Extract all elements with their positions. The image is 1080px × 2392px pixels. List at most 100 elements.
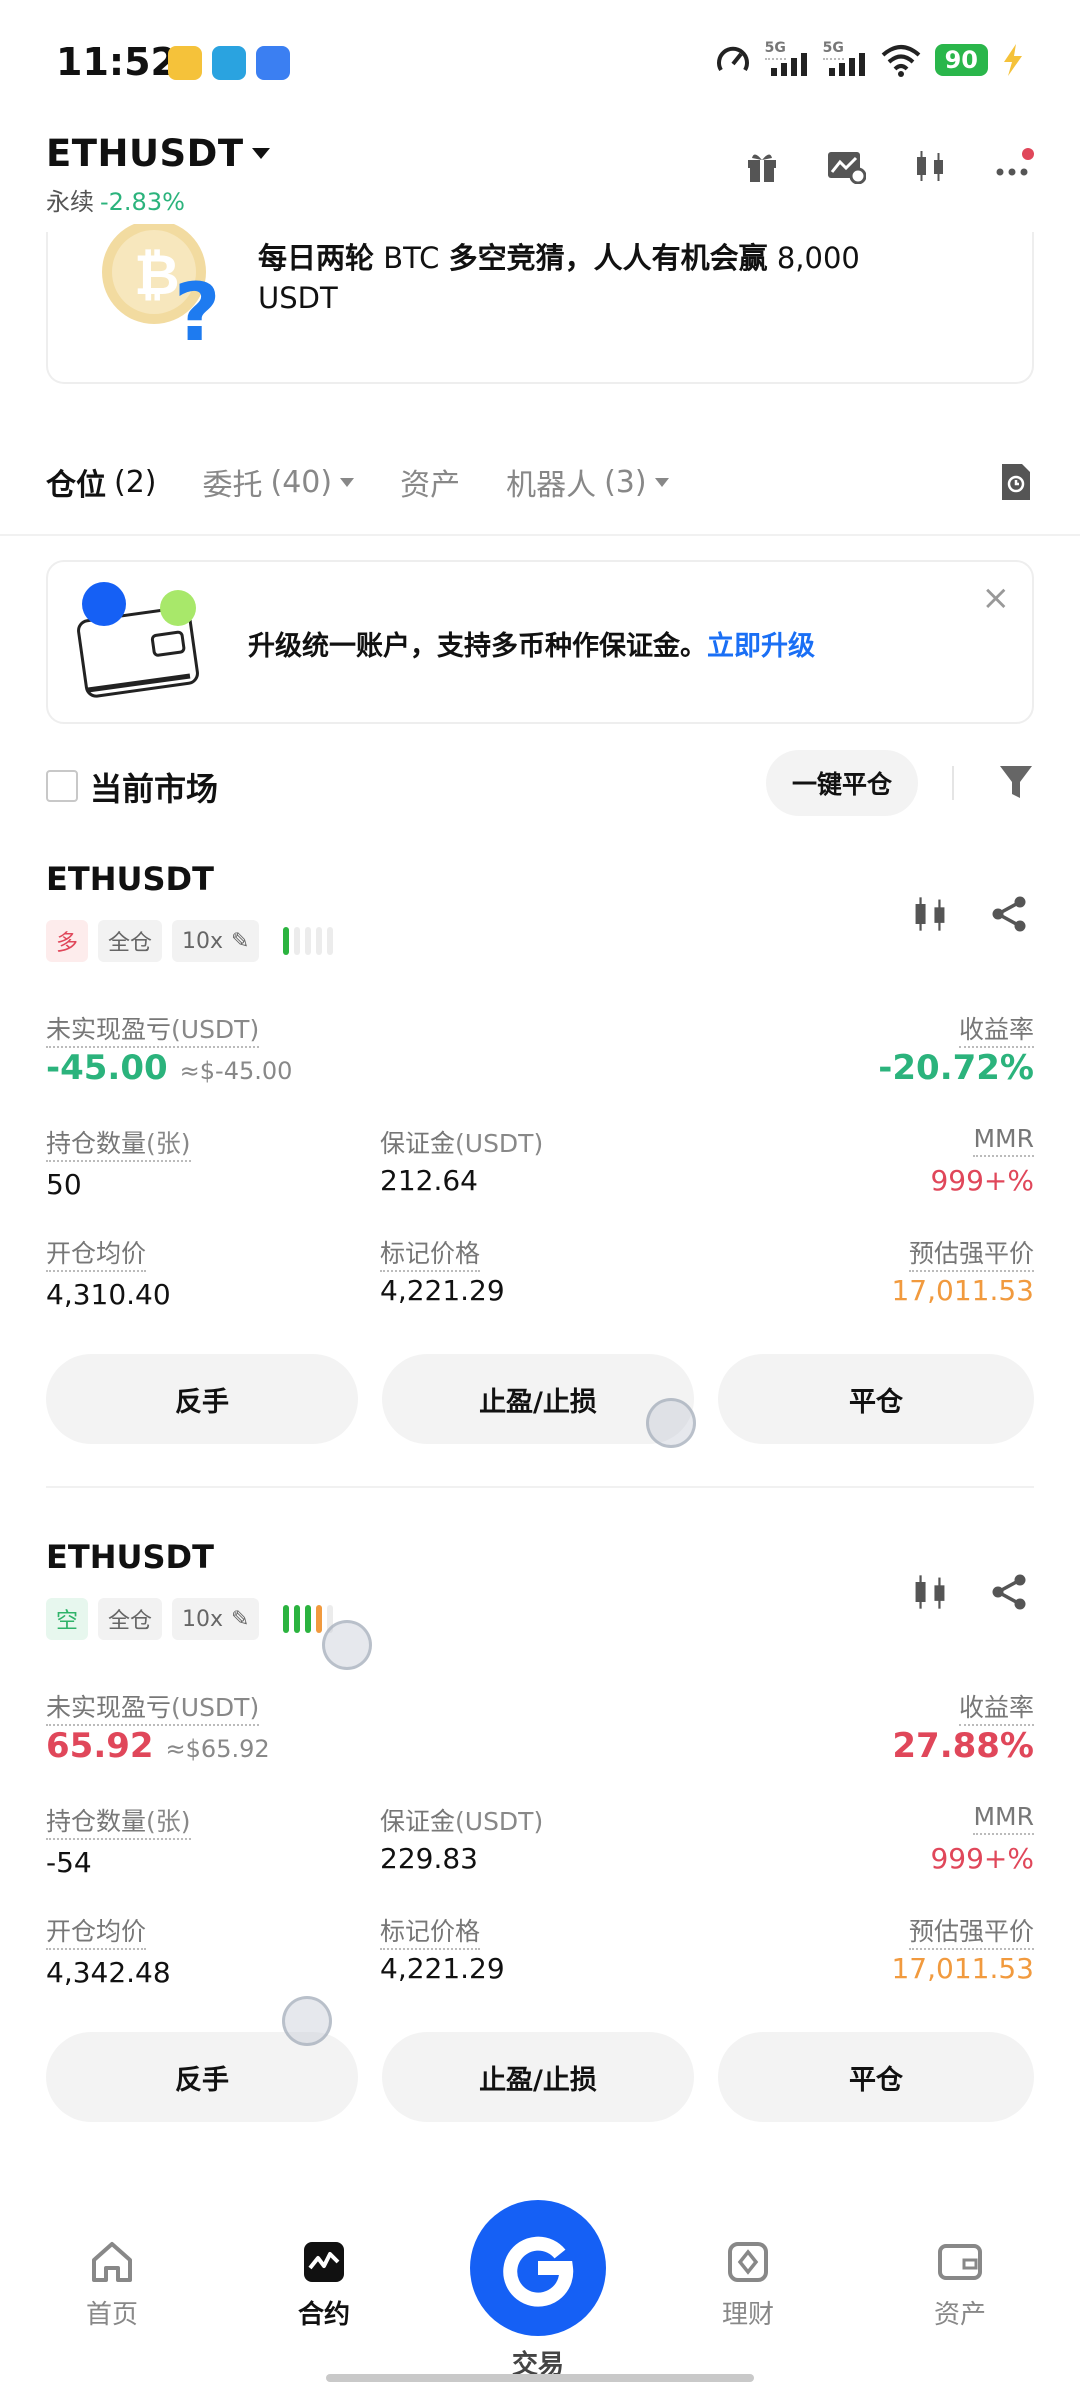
wallet-icon (77, 582, 199, 698)
liq-price-label[interactable]: 预估强平价 (908, 1234, 1034, 1272)
chevron-down-icon (251, 148, 270, 159)
tab-positions[interactable]: 仓位 (2) (46, 460, 157, 504)
unrealized-pnl-label[interactable]: 未实现盈亏(USDT) (46, 1688, 260, 1726)
filter-icon[interactable] (998, 764, 1034, 802)
upgrade-text: 升级统一账户，支持多币种作保证金。立即升级 (248, 631, 815, 662)
home-indicator[interactable] (326, 2374, 754, 2382)
quantity-label[interactable]: 持仓数量(张) (46, 1124, 191, 1162)
header-actions (744, 148, 1034, 184)
speed-icon (716, 46, 749, 72)
app-notification-icon (168, 46, 202, 80)
charging-icon (1004, 44, 1022, 76)
nav-assets[interactable]: 资产 (900, 2240, 1020, 2331)
pnl-value: 65.92 (46, 1726, 154, 1766)
close-position-button[interactable]: 平仓 (718, 2032, 1034, 2122)
roe-label[interactable]: 收益率 (958, 1688, 1034, 1726)
unrealized-pnl: -45.00 ≈$-45.00 (46, 1048, 292, 1088)
btc-question-icon: ₿ ? (102, 224, 220, 348)
chart-settings-icon[interactable] (826, 148, 866, 184)
wallet-icon (938, 2244, 982, 2280)
risk-bar (316, 1605, 323, 1633)
margin-label: 保证金(USDT) (380, 1807, 544, 1836)
chevron-down-icon (654, 477, 669, 487)
candlestick-icon[interactable] (910, 894, 950, 934)
margin-value[interactable]: 212.64 (380, 1164, 478, 1197)
contract-type: 永续 (46, 188, 94, 216)
promo-text[interactable]: 每日两轮 BTC 多空竞猜，人人有机会赢 8,000 USDT (258, 238, 938, 318)
nav-futures[interactable]: 合约 (264, 2240, 384, 2331)
risk-bar (305, 927, 312, 955)
leverage-tag[interactable]: 10x ✎ (172, 1598, 260, 1640)
signal-icon: 5G (764, 40, 809, 78)
margin-value[interactable]: 229.83 (380, 1842, 478, 1875)
roe-value: -20.72% (878, 1048, 1034, 1088)
entry-price-label[interactable]: 开仓均价 (46, 1912, 147, 1950)
gift-icon[interactable] (744, 148, 780, 184)
status-system-icons: 5G 5G 90 (715, 40, 1024, 78)
position-symbol[interactable]: ETHUSDT (46, 1538, 214, 1576)
close-all-button[interactable]: 一键平仓 (766, 750, 918, 816)
mark-price-label[interactable]: 标记价格 (380, 1234, 481, 1272)
futures-icon (304, 2242, 344, 2282)
side-tag: 空 (46, 1598, 89, 1640)
entry-price-label[interactable]: 开仓均价 (46, 1234, 147, 1272)
svg-text:?: ? (174, 266, 220, 348)
close-icon[interactable]: × (982, 578, 1011, 618)
tab-bots[interactable]: 机器人 (3) (506, 460, 669, 504)
margin-mode-tag: 全仓 (98, 920, 163, 962)
roe-value: 27.88% (892, 1726, 1034, 1766)
price-change: -2.83% (100, 188, 185, 216)
status-time: 11:52 (56, 40, 177, 84)
pnl-usd: ≈$-45.00 (179, 1057, 293, 1085)
earn-icon (728, 2242, 768, 2282)
mark-price-value: 4,221.29 (380, 1274, 505, 1307)
share-icon[interactable] (990, 1572, 1030, 1612)
svg-text:₿: ₿ (134, 243, 180, 308)
unrealized-pnl: 65.92 ≈$65.92 (46, 1726, 270, 1766)
unrealized-pnl-label[interactable]: 未实现盈亏(USDT) (46, 1010, 260, 1048)
current-market-checkbox[interactable] (46, 770, 78, 802)
mmr-label[interactable]: MMR (973, 1802, 1034, 1835)
close-position-button[interactable]: 平仓 (718, 1354, 1034, 1444)
risk-bar (294, 1605, 301, 1633)
position-symbol[interactable]: ETHUSDT (46, 860, 214, 898)
risk-bar (305, 1605, 312, 1633)
symbol-selector[interactable]: ETHUSDT (46, 132, 270, 175)
mark-price-label[interactable]: 标记价格 (380, 1912, 481, 1950)
mmr-value: 999+% (930, 1164, 1034, 1197)
nav-trade-button[interactable] (470, 2200, 606, 2336)
risk-bar (316, 927, 323, 955)
history-document-icon[interactable] (998, 462, 1034, 502)
side-tag: 多 (46, 920, 89, 962)
home-icon (92, 2242, 132, 2282)
edit-icon: ✎ (231, 928, 250, 954)
nav-home[interactable]: 首页 (52, 2240, 172, 2331)
upgrade-now-link[interactable]: 立即升级 (707, 631, 815, 662)
tab-assets[interactable]: 资产 (400, 460, 460, 504)
risk-level-bars (283, 1605, 334, 1633)
nav-earn[interactable]: 理财 (688, 2240, 808, 2331)
mmr-label[interactable]: MMR (973, 1124, 1034, 1157)
quantity-label[interactable]: 持仓数量(张) (46, 1802, 191, 1840)
margin-label: 保证金(USDT) (380, 1129, 544, 1158)
liq-price-label[interactable]: 预估强平价 (908, 1912, 1034, 1950)
more-icon[interactable] (994, 148, 1034, 184)
quantity-value: -54 (46, 1846, 92, 1879)
entry-price-value: 4,310.40 (46, 1278, 171, 1311)
candlestick-icon[interactable] (912, 148, 948, 184)
leverage-tag[interactable]: 10x ✎ (172, 920, 260, 962)
share-icon[interactable] (990, 894, 1030, 934)
status-notification-icons (168, 46, 290, 80)
touch-indicator (282, 1996, 332, 2046)
reverse-button[interactable]: 反手 (46, 1354, 358, 1444)
tab-orders[interactable]: 委托 (40) (203, 460, 355, 504)
entry-price-value: 4,342.48 (46, 1956, 171, 1989)
liq-price-value: 17,011.53 (891, 1274, 1034, 1307)
edit-icon: ✎ (231, 1606, 250, 1632)
wifi-icon (881, 45, 920, 77)
roe-label[interactable]: 收益率 (958, 1010, 1034, 1048)
symbol-title: ETHUSDT (46, 132, 244, 175)
position-tags: 多 全仓 10x ✎ (46, 920, 334, 962)
candlestick-icon[interactable] (910, 1572, 950, 1612)
tpsl-button[interactable]: 止盈/止损 (382, 2032, 694, 2122)
